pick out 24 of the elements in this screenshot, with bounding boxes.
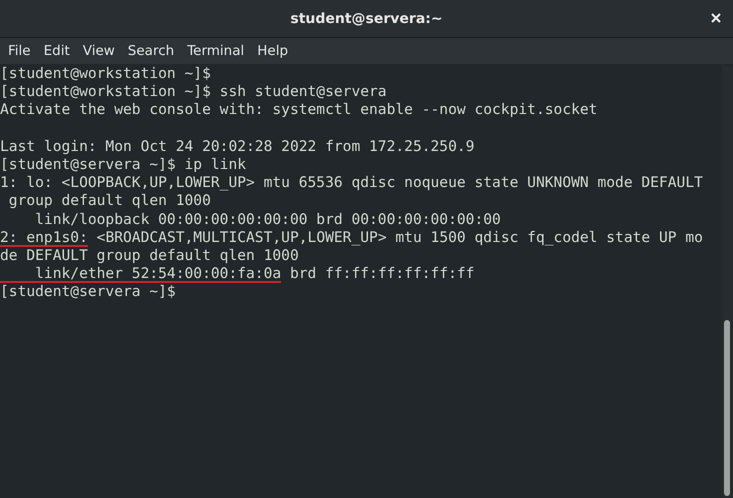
underlined-text: 2: enp1s0: bbox=[0, 228, 88, 247]
menu-item[interactable]: Edit bbox=[38, 40, 76, 62]
terminal-text: Activate the web console with: systemctl enable --now cockpit.socket bbox=[0, 101, 598, 120]
scrollbar-thumb[interactable] bbox=[724, 320, 730, 496]
scrollbar[interactable] bbox=[722, 65, 733, 498]
terminal-text: [student@servera ~]$ bbox=[0, 283, 176, 302]
terminal-text: link/loopback 00:00:00:00:00:00 brd 00:00:00:00:00:00 bbox=[34, 210, 501, 229]
window-title: student@servera:~ bbox=[290, 10, 443, 26]
terminal-text: [student@workstation ~]$ ssh student@servera bbox=[0, 83, 387, 102]
menu-item[interactable]: Terminal bbox=[181, 40, 250, 62]
terminal-text: 1: lo: <LOOPBACK,UP,LOWER_UP> mtu 65536 qdisc noqueue state UNKNOWN mode DEFAULT bbox=[0, 174, 703, 192]
terminal-text: [student@workstation ~]$ bbox=[0, 65, 211, 84]
underlined-text: link/ether 52:54:00:00:fa:0a bbox=[0, 265, 282, 284]
menu-item[interactable]: View bbox=[76, 40, 121, 62]
terminal-text: Last login: Mon Oct 24 20:02:28 2022 from 172.25.250.9 bbox=[0, 138, 474, 156]
close-icon bbox=[711, 13, 721, 23]
terminal-text: brd ff:ff:ff:ff:ff:ff bbox=[288, 265, 474, 284]
menu-item[interactable]: File bbox=[2, 40, 37, 62]
terminal-text: de DEFAULT group default qlen 1000 bbox=[0, 246, 299, 266]
menu-item[interactable]: Help bbox=[251, 40, 294, 62]
terminal-text: <BROADCAST,MULTICAST,UP,LOWER_UP> mtu 1500 qdisc fq_codel state UP mo bbox=[96, 228, 703, 247]
terminal-text: group default qlen 1000 bbox=[8, 192, 211, 210]
terminal-text: [student@servera ~]$ ip link bbox=[0, 156, 246, 174]
menu-item[interactable]: Search bbox=[122, 40, 180, 62]
